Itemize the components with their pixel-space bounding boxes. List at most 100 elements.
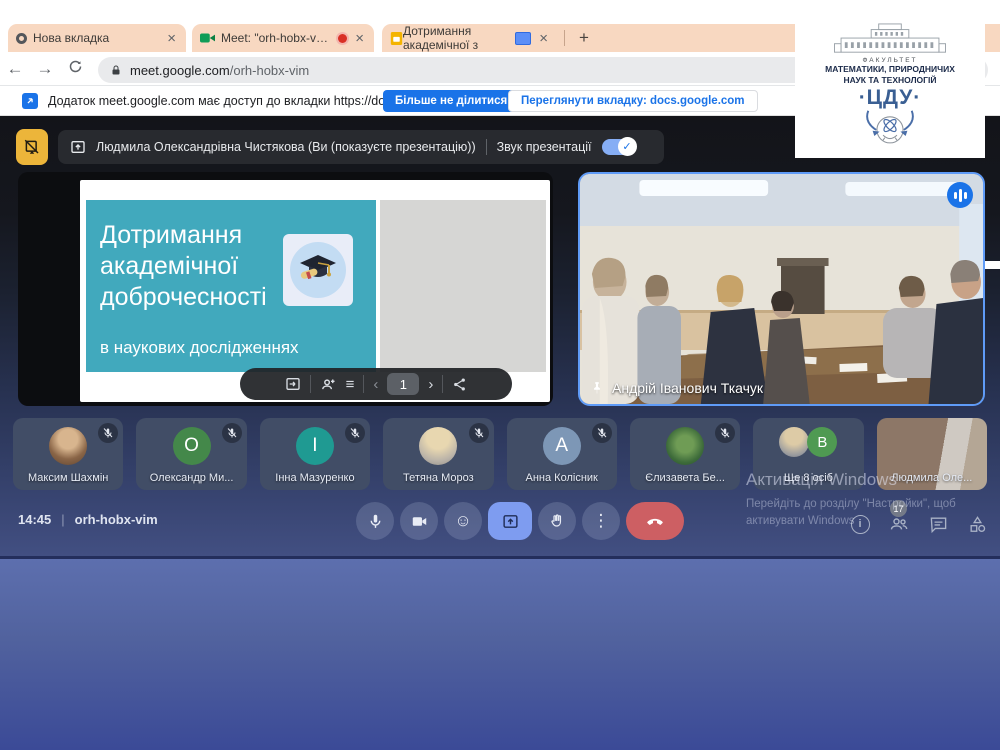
avatar (779, 427, 809, 457)
avatar: І (296, 427, 334, 465)
next-slide-button[interactable]: › (428, 376, 433, 393)
tab-share-icon (22, 93, 38, 109)
forward-button[interactable]: → (30, 59, 60, 79)
avatar: О (173, 427, 211, 465)
participant-tile[interactable]: І Інна Мазуренко (260, 418, 370, 490)
tab-title: Дотримання академічної з (403, 24, 513, 52)
people-icon (889, 514, 909, 534)
avatar-initial: В (817, 434, 827, 451)
participant-tile[interactable]: О Олександр Ми... (136, 418, 246, 490)
participant-tile[interactable]: А Анна Колісник (507, 418, 617, 490)
present-icon (70, 139, 86, 155)
close-icon[interactable]: × (537, 31, 550, 46)
shapes-icon (968, 515, 987, 534)
participant-name: Анна Колісник (507, 472, 617, 484)
share-icon[interactable] (452, 377, 467, 392)
camera-button[interactable] (400, 502, 438, 540)
back-button[interactable]: ← (0, 59, 30, 79)
presentation-blocked-button[interactable] (16, 129, 48, 165)
slide-list-icon[interactable]: ≡ (346, 376, 355, 393)
chat-button[interactable] (928, 514, 948, 534)
participant-name: Максим Шахмін (13, 472, 123, 484)
meeting-details-button[interactable]: i (850, 514, 870, 534)
reload-button[interactable] (60, 59, 90, 79)
recording-dot-icon (338, 34, 347, 43)
end-call-button[interactable] (626, 502, 684, 540)
open-presentation-icon[interactable] (285, 376, 301, 392)
participant-name: Тетяна Мороз (383, 472, 493, 484)
speaker-video-tile[interactable]: Андрій Іванович Ткачук (578, 172, 985, 406)
chat-icon (929, 515, 948, 534)
reload-icon (68, 59, 83, 74)
previous-slide-button[interactable]: ‹ (373, 376, 378, 393)
speaker-name-label: Андрій Іванович Ткачук (590, 380, 763, 396)
participant-video-tile[interactable]: Людмила Оле... (877, 418, 987, 490)
slide-title: Дотримання академічної доброчесності (100, 220, 267, 313)
stop-sharing-button[interactable]: Більше не ділитися (383, 90, 519, 112)
meeting-tools: i (850, 514, 987, 534)
screen: Нова вкладка × Meet: "orh-hobx-vim" × До… (0, 0, 1000, 750)
participant-name: Ще 8 осіб (753, 472, 863, 484)
more-options-button[interactable]: ⋮ (582, 502, 620, 540)
view-tab-button[interactable]: Переглянути вкладку: docs.google.com (508, 90, 758, 112)
mic-off-icon (222, 423, 242, 443)
avatar: А (543, 427, 581, 465)
presentation-tile[interactable]: Дотримання академічної доброчесності в н… (18, 172, 553, 406)
more-participants-tile[interactable]: В Ще 8 осіб (753, 418, 863, 490)
pin-icon (590, 381, 604, 395)
chrome-icon (16, 33, 27, 44)
raise-hand-button[interactable] (538, 502, 576, 540)
participant-tile[interactable]: Тетяна Мороз (383, 418, 493, 490)
camera-icon (411, 513, 428, 530)
meet-icon (200, 32, 215, 44)
participant-strip: Максим Шахмін О Олександр Ми... І Інна М… (13, 418, 987, 490)
participant-name: Олександр Ми... (136, 472, 246, 484)
avatar-group: В (779, 427, 837, 457)
meet-app: Людмила Олександрівна Чистякова (Ви (пок… (0, 116, 1000, 556)
university-acronym: ·ЦДУ· (859, 87, 922, 109)
new-tab-button[interactable]: + (571, 28, 597, 48)
participant-tile[interactable]: Єлизавета Бе... (630, 418, 740, 490)
clock-time: 14:45 (18, 512, 51, 527)
avatar (49, 427, 87, 465)
meeting-info: 14:45 | orh-hobx-vim (18, 512, 158, 527)
edge-highlight (985, 261, 1000, 269)
person-add-icon[interactable] (320, 376, 337, 393)
tab-title: Meet: "orh-hobx-vim" (221, 31, 330, 45)
participant-tile[interactable]: Максим Шахмін (13, 418, 123, 490)
slide-image (283, 234, 353, 306)
info-icon: i (851, 515, 870, 534)
close-icon[interactable]: × (353, 31, 366, 46)
avatar-initial: О (184, 435, 199, 457)
presentation-audio-toggle[interactable]: ✓ (602, 139, 636, 155)
tab-new-tab[interactable]: Нова вкладка × (8, 24, 186, 52)
faculty-logo-overlay: ФАКУЛЬТЕТ МАТЕМАТИКИ, ПРИРОДНИЧИХ НАУК Т… (795, 20, 985, 158)
participant-name: Інна Мазуренко (260, 472, 370, 484)
tab-separator (564, 30, 565, 46)
avatar: В (807, 427, 837, 457)
slide-side-panel (380, 200, 546, 372)
tab-meet[interactable]: Meet: "orh-hobx-vim" × (192, 24, 374, 52)
slide-title-line3: доброчесності (100, 282, 267, 313)
mic-button[interactable] (356, 502, 394, 540)
activities-button[interactable] (967, 514, 987, 534)
show-everyone-button[interactable] (889, 514, 909, 534)
emoji-button[interactable]: ☺ (444, 502, 482, 540)
slide-title-line1: Дотримання (100, 220, 267, 251)
present-icon (502, 513, 519, 530)
call-controls: ☺ ⋮ (356, 502, 684, 540)
faculty-name-line2: НАУК ТА ТЕХНОЛОГІЙ (844, 75, 937, 86)
close-icon[interactable]: × (165, 31, 178, 46)
slide-page-number: 1 (387, 373, 419, 395)
university-building-icon (830, 23, 950, 55)
hands-atom-emblem-icon (858, 109, 922, 149)
url-text: meet.google.com/orh-hobx-vim (130, 63, 309, 78)
tab-slides[interactable]: Дотримання академічної з × (382, 24, 558, 52)
mic-icon (367, 513, 384, 530)
present-button[interactable] (488, 502, 532, 540)
tab-title: Нова вкладка (33, 31, 159, 45)
divider (442, 375, 443, 393)
divider (486, 139, 487, 155)
url-path: /orh-hobx-vim (230, 63, 309, 78)
speaker-name: Андрій Іванович Ткачук (612, 380, 763, 396)
